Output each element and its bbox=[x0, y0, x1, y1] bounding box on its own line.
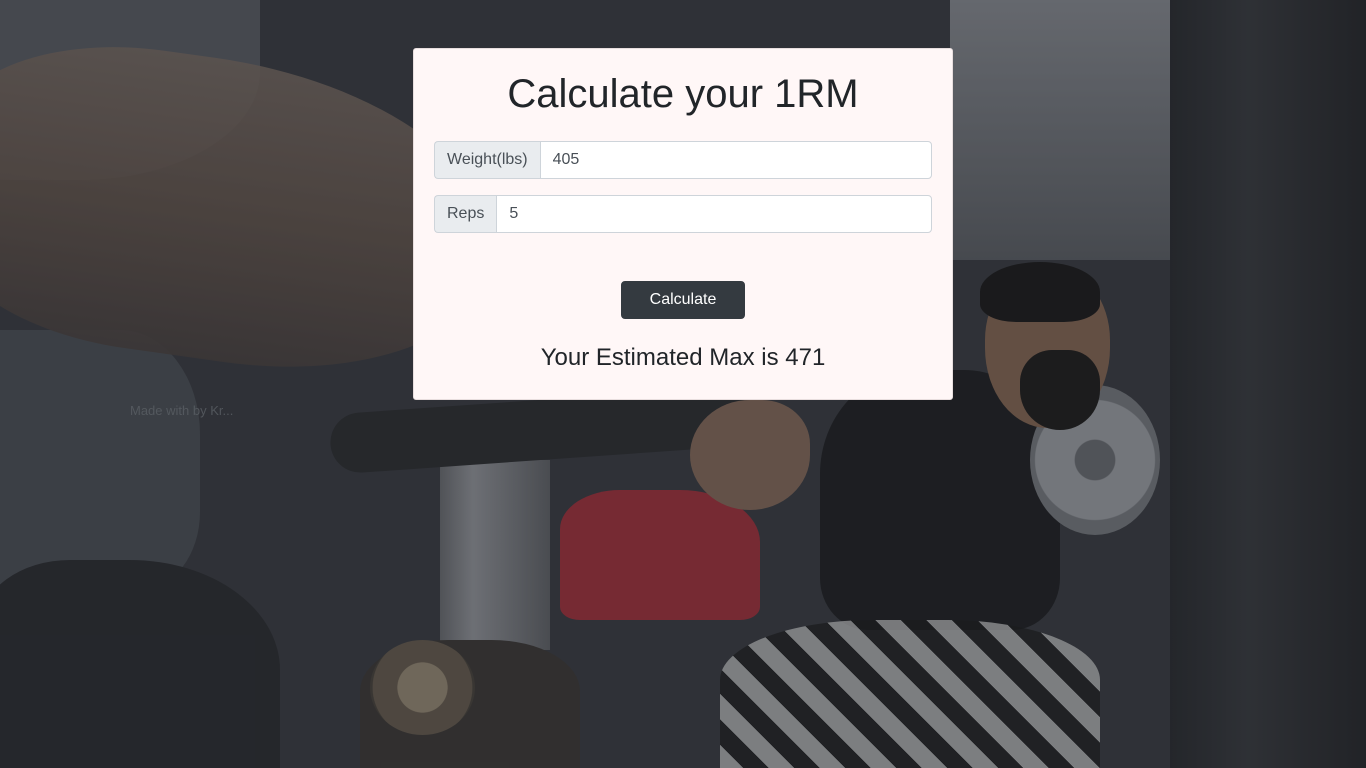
weight-input[interactable] bbox=[539, 141, 932, 179]
reps-input-group: Reps bbox=[434, 195, 932, 233]
calculate-button[interactable]: Calculate bbox=[621, 281, 745, 319]
result-text: Your Estimated Max is 471 bbox=[540, 344, 826, 371]
reps-label: Reps bbox=[434, 195, 497, 233]
reps-input[interactable] bbox=[496, 195, 932, 233]
footer-credit: Made with by Kr... bbox=[130, 403, 234, 418]
weight-input-group: Weight(lbs) bbox=[434, 141, 932, 179]
calculator-card: Calculate your 1RM Weight(lbs) Reps Calc… bbox=[413, 48, 953, 400]
weight-label: Weight(lbs) bbox=[434, 141, 540, 179]
page-title: Calculate your 1RM bbox=[507, 72, 859, 116]
